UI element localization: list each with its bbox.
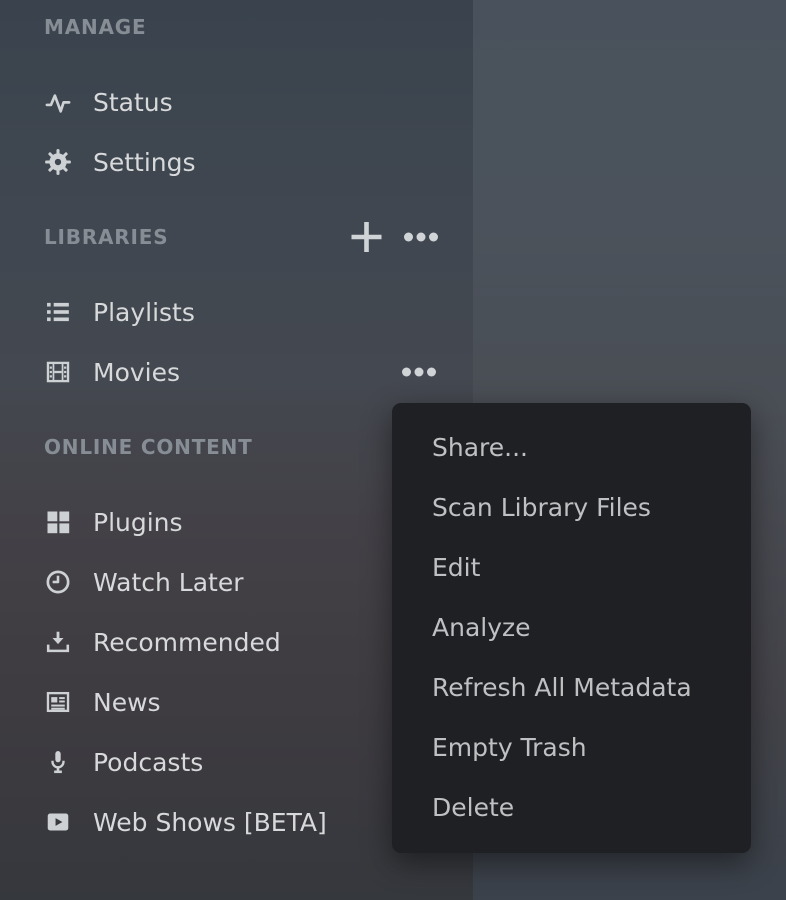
sidebar-item-label: Settings	[93, 148, 196, 177]
sidebar-item-label: Playlists	[93, 298, 195, 327]
podcasts-icon	[44, 748, 72, 776]
ellipsis-icon	[404, 233, 438, 242]
watch-later-icon	[44, 568, 72, 596]
section-label-libraries: LIBRARIES	[44, 225, 168, 249]
menu-item-delete[interactable]: Delete	[392, 778, 751, 838]
section-header-actions	[350, 221, 438, 254]
menu-item-scan-library-files[interactable]: Scan Library Files	[392, 478, 751, 538]
playlists-icon-holder	[44, 298, 72, 326]
menu-item-edit[interactable]: Edit	[392, 538, 751, 598]
web-shows-icon-holder	[44, 808, 72, 836]
menu-item-refresh-all-metadata[interactable]: Refresh All Metadata	[392, 658, 751, 718]
news-icon-holder	[44, 688, 72, 716]
sidebar-item-status[interactable]: Status	[0, 72, 473, 132]
status-icon	[44, 88, 72, 116]
sidebar-section-manage: MANAGE Status Settings	[0, 15, 473, 192]
movies-icon-holder	[44, 358, 72, 386]
plugins-icon	[44, 508, 72, 536]
section-header-libraries: LIBRARIES	[0, 225, 473, 249]
sidebar-item-label: Recommended	[93, 628, 281, 657]
sidebar-item-movies[interactable]: Movies	[0, 342, 473, 402]
status-icon-holder	[44, 88, 72, 116]
movies-more-button[interactable]	[402, 368, 436, 377]
menu-item-analyze[interactable]: Analyze	[392, 598, 751, 658]
app-root: MANAGE Status Settings LIBRARIES Playlis…	[0, 0, 786, 900]
sidebar-item-label: Plugins	[93, 508, 183, 537]
watch-later-icon-holder	[44, 568, 72, 596]
sidebar-section-libraries: LIBRARIES Playlists Movies	[0, 225, 473, 402]
library-context-menu: Share...Scan Library FilesEditAnalyzeRef…	[392, 403, 751, 853]
menu-item-empty-trash[interactable]: Empty Trash	[392, 718, 751, 778]
libraries-more-button[interactable]	[404, 233, 438, 242]
sidebar-item-settings[interactable]: Settings	[0, 132, 473, 192]
playlists-icon	[44, 298, 72, 326]
plus-icon	[350, 221, 383, 254]
recommended-icon	[44, 628, 72, 656]
settings-icon	[44, 148, 72, 176]
sidebar-item-label: Watch Later	[93, 568, 244, 597]
sidebar-item-label: Web Shows [BETA]	[93, 808, 327, 837]
settings-icon-holder	[44, 148, 72, 176]
add-library-button[interactable]	[350, 221, 383, 254]
sidebar-item-label: News	[93, 688, 161, 717]
sidebar-item-label: Podcasts	[93, 748, 203, 777]
plugins-icon-holder	[44, 508, 72, 536]
section-label-online-content: ONLINE CONTENT	[44, 435, 253, 459]
news-icon	[44, 688, 72, 716]
ellipsis-icon	[402, 368, 436, 377]
sidebar-item-label: Movies	[93, 358, 180, 387]
sidebar-item-playlists[interactable]: Playlists	[0, 282, 473, 342]
menu-item-share[interactable]: Share...	[392, 418, 751, 478]
web-shows-icon	[44, 808, 72, 836]
podcasts-icon-holder	[44, 748, 72, 776]
sidebar-item-label: Status	[93, 88, 173, 117]
recommended-icon-holder	[44, 628, 72, 656]
movies-icon	[44, 358, 72, 386]
section-header-manage: MANAGE	[0, 15, 473, 39]
section-label-manage: MANAGE	[44, 15, 146, 39]
